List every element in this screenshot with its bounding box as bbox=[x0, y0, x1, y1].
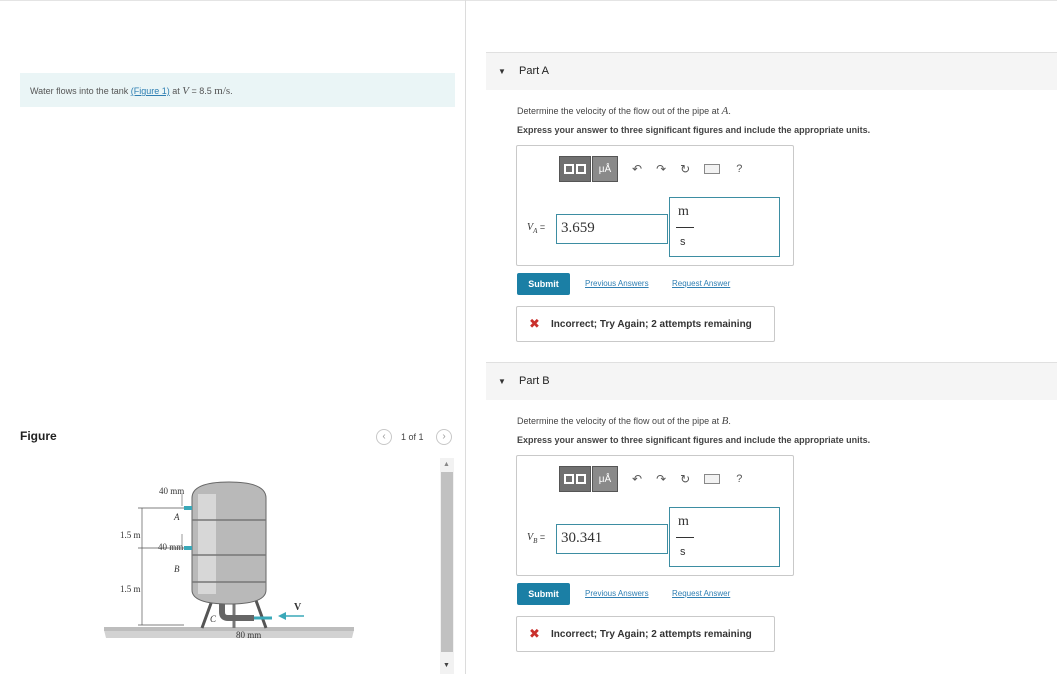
part-b-unit-numerator: m bbox=[678, 514, 689, 529]
part-b-header[interactable]: ▼ Part B bbox=[486, 362, 1057, 400]
height-1-label: 1.5 m bbox=[120, 530, 141, 540]
dim-b-label: 40 mm bbox=[158, 542, 183, 552]
part-a-eq: = bbox=[537, 222, 546, 232]
problem-text: Water flows into the tank bbox=[30, 86, 131, 96]
part-a-unit-numerator: m bbox=[678, 204, 689, 219]
units-button[interactable]: μÅ bbox=[592, 466, 618, 492]
part-b-prompt: Determine the velocity of the flow out o… bbox=[517, 415, 731, 427]
undo-icon[interactable]: ↶ bbox=[632, 472, 642, 486]
reset-icon[interactable]: ↻ bbox=[680, 162, 690, 176]
undo-icon[interactable]: ↶ bbox=[632, 162, 642, 176]
panel-divider bbox=[465, 0, 466, 674]
fraction-bar bbox=[676, 227, 694, 228]
part-b-prompt-end: . bbox=[728, 416, 731, 426]
ground-top bbox=[104, 627, 354, 631]
figure-pager: 1 of 1 bbox=[401, 432, 424, 442]
scrollbar-thumb[interactable] bbox=[441, 472, 453, 652]
part-a-request-answer-link[interactable]: Request Answer bbox=[672, 279, 730, 288]
scroll-down-icon[interactable]: ▼ bbox=[443, 662, 450, 669]
part-a-header[interactable]: ▼ Part A bbox=[486, 52, 1057, 90]
help-button[interactable]: ? bbox=[736, 473, 742, 485]
part-b-var-label: VB = bbox=[527, 532, 545, 545]
keyboard-icon[interactable] bbox=[704, 164, 721, 174]
caret-down-icon[interactable]: ▼ bbox=[498, 377, 506, 386]
part-a-prompt-text: Determine the velocity of the flow out o… bbox=[517, 106, 722, 116]
velocity-arrowhead bbox=[278, 612, 286, 620]
redo-icon[interactable]: ↷ bbox=[656, 162, 666, 176]
units-button[interactable]: μÅ bbox=[592, 156, 618, 182]
problem-statement: Water flows into the tank (Figure 1) at … bbox=[20, 73, 455, 107]
part-b-previous-answers-link[interactable]: Previous Answers bbox=[585, 589, 649, 598]
problem-period: . bbox=[230, 86, 233, 96]
chevron-left-icon[interactable]: ‹ bbox=[376, 429, 392, 445]
problem-at: at bbox=[169, 86, 183, 96]
dim-a-label: 40 mm bbox=[159, 486, 184, 496]
part-b-value-input[interactable]: 30.341 bbox=[556, 524, 668, 554]
figure-title: Figure bbox=[20, 429, 57, 443]
part-b-units-input[interactable]: m s bbox=[669, 507, 780, 567]
part-b-submit-button[interactable]: Submit bbox=[517, 583, 570, 605]
part-b-feedback-text: Incorrect; Try Again; 2 attempts remaini… bbox=[551, 629, 752, 640]
point-b-label: B bbox=[174, 564, 180, 574]
part-a-previous-answers-link[interactable]: Previous Answers bbox=[585, 279, 649, 288]
part-a-unit-denominator: s bbox=[680, 236, 686, 248]
pipe-b bbox=[184, 546, 192, 550]
ground bbox=[104, 630, 354, 638]
part-b-eq: = bbox=[537, 532, 546, 542]
template-icon[interactable] bbox=[559, 466, 591, 492]
template-icon[interactable] bbox=[559, 156, 591, 182]
part-b-unit-denominator: s bbox=[680, 546, 686, 558]
caret-down-icon[interactable]: ▼ bbox=[498, 67, 506, 76]
part-b-prompt-text: Determine the velocity of the flow out o… bbox=[517, 416, 722, 426]
part-a-label: Part A bbox=[519, 65, 549, 77]
close-icon: ✖ bbox=[529, 316, 540, 331]
pipe-a bbox=[184, 506, 192, 510]
part-a-value-input[interactable]: 3.659 bbox=[556, 214, 668, 244]
close-icon: ✖ bbox=[529, 626, 540, 641]
dim-c-label: 80 mm bbox=[236, 630, 261, 640]
part-a-prompt: Determine the velocity of the flow out o… bbox=[517, 105, 731, 117]
scroll-up-icon[interactable]: ▲ bbox=[443, 461, 450, 468]
velocity-var: V bbox=[182, 85, 189, 97]
part-a-answer-box: μÅ ↶ ↷ ↻ ? VA = 3.659 m s bbox=[516, 145, 794, 266]
keyboard-icon[interactable] bbox=[704, 474, 721, 484]
part-a-units-input[interactable]: m s bbox=[669, 197, 780, 257]
part-b-instruction: Express your answer to three significant… bbox=[517, 435, 871, 445]
pipe-c bbox=[219, 604, 254, 621]
part-b-request-answer-link[interactable]: Request Answer bbox=[672, 589, 730, 598]
fraction-bar bbox=[676, 537, 694, 538]
top-rule bbox=[0, 0, 1057, 1]
page: Water flows into the tank (Figure 1) at … bbox=[0, 0, 1057, 674]
help-button[interactable]: ? bbox=[736, 163, 742, 175]
redo-icon[interactable]: ↷ bbox=[656, 472, 666, 486]
velocity-value: = 8.5 bbox=[188, 86, 215, 96]
tank-figure: 40 mm A 1.5 m 40 mm B 1.5 m C V 80 mm bbox=[104, 481, 354, 640]
part-b-label: Part B bbox=[519, 375, 550, 387]
part-a-var-label: VA = bbox=[527, 222, 545, 235]
part-a-toolbar: μÅ ↶ ↷ ↻ ? bbox=[559, 156, 742, 182]
part-a-instruction: Express your answer to three significant… bbox=[517, 125, 871, 135]
part-b-toolbar: μÅ ↶ ↷ ↻ ? bbox=[559, 466, 742, 492]
point-c-label: C bbox=[210, 614, 217, 624]
part-a-feedback: ✖ Incorrect; Try Again; 2 attempts remai… bbox=[516, 306, 775, 342]
tank-highlight bbox=[198, 494, 216, 594]
reset-icon[interactable]: ↻ bbox=[680, 472, 690, 486]
point-a-label: A bbox=[173, 512, 180, 522]
figure-link[interactable]: (Figure 1) bbox=[131, 86, 170, 96]
part-b-answer-box: μÅ ↶ ↷ ↻ ? VB = 30.341 m s bbox=[516, 455, 794, 576]
part-a-prompt-end: . bbox=[728, 106, 731, 116]
part-a-feedback-text: Incorrect; Try Again; 2 attempts remaini… bbox=[551, 319, 752, 330]
velocity-unit: m/s bbox=[214, 85, 231, 97]
velocity-label: V bbox=[294, 602, 302, 613]
part-b-feedback: ✖ Incorrect; Try Again; 2 attempts remai… bbox=[516, 616, 775, 652]
part-a-submit-button[interactable]: Submit bbox=[517, 273, 570, 295]
chevron-right-icon[interactable]: › bbox=[436, 429, 452, 445]
height-2-label: 1.5 m bbox=[120, 584, 141, 594]
